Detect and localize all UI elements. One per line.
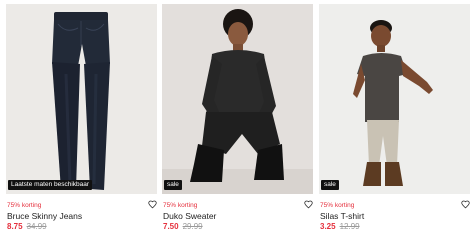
product-info: 75% korting Duko Sweater 7.50 29.99 [162,194,313,238]
original-price: 34.99 [26,222,47,231]
sale-price: 3.25 [320,222,336,231]
product-name[interactable]: Duko Sweater [163,211,216,221]
sale-price: 7.50 [163,222,179,231]
product-card[interactable]: sale 75% korting Duko Sweater 7.50 29.99 [162,4,313,238]
product-image[interactable]: sale [162,4,313,194]
discount-label: 75% korting [7,202,42,209]
model-tshirt-illustration [353,20,433,186]
heart-icon[interactable] [461,200,470,209]
original-price: 29.99 [182,222,203,231]
model-sweater-illustration [162,9,313,194]
discount-label: 75% korting [163,202,198,209]
stock-badge: Laatste maten beschikbaar [8,180,93,190]
price-block: 8.75 34.99 [7,222,47,231]
sale-badge: sale [164,180,182,190]
product-info: 75% korting Bruce Skinny Jeans 8.75 34.99 [6,194,157,238]
product-card[interactable]: sale 75% korting Silas T-shirt 3.25 12.99 [319,4,470,238]
product-card[interactable]: Laatste maten beschikbaar 75% korting Br… [6,4,157,238]
price-block: 7.50 29.99 [163,222,203,231]
heart-icon[interactable] [148,200,157,209]
product-image[interactable]: Laatste maten beschikbaar [6,4,157,194]
discount-label: 75% korting [320,202,355,209]
sale-badge: sale [321,180,339,190]
product-name[interactable]: Silas T-shirt [320,211,364,221]
price-block: 3.25 12.99 [320,222,360,231]
heart-icon[interactable] [304,200,313,209]
jeans-illustration [52,12,110,190]
product-grid: Laatste maten beschikbaar 75% korting Br… [0,0,475,240]
original-price: 12.99 [339,222,360,231]
product-info: 75% korting Silas T-shirt 3.25 12.99 [319,194,470,238]
product-name[interactable]: Bruce Skinny Jeans [7,211,82,221]
sale-price: 8.75 [7,222,23,231]
product-image[interactable]: sale [319,4,470,194]
